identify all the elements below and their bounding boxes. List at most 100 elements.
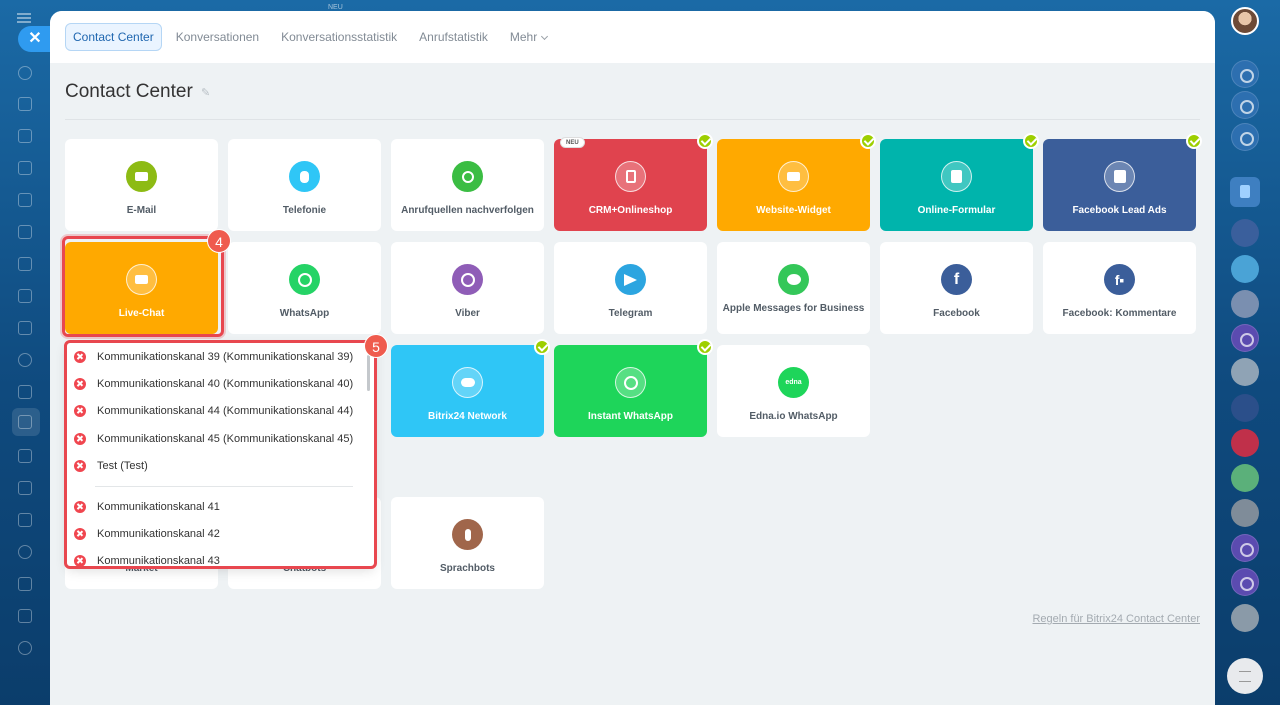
shop-icon xyxy=(615,161,646,192)
step-badge-5: 5 xyxy=(364,334,388,358)
tab-konversationen[interactable]: Konversationen xyxy=(168,23,267,51)
rules-link[interactable]: Regeln für Bitrix24 Contact Center xyxy=(1032,613,1200,625)
microphone-icon xyxy=(452,519,483,550)
sidebar-icon-calendar[interactable] xyxy=(18,161,32,175)
connected-check-icon xyxy=(860,133,876,149)
sidebar-icon-automation[interactable] xyxy=(18,545,32,559)
form-icon xyxy=(941,161,972,192)
card-facebook-lead-label: Facebook Lead Ads xyxy=(1072,205,1167,216)
card-facebook-kommentare[interactable]: f▪ Facebook: Kommentare xyxy=(1043,242,1196,334)
card-telefonie[interactable]: Telefonie xyxy=(228,139,381,231)
sidebar-icon-more[interactable] xyxy=(18,641,32,655)
contact-avatar-9[interactable] xyxy=(1231,604,1259,632)
contact-avatar-3[interactable] xyxy=(1231,290,1259,318)
title-divider xyxy=(65,119,1200,120)
card-online-formular-label: Online-Formular xyxy=(917,205,996,216)
sidebar-icon-chat[interactable] xyxy=(18,129,32,143)
sidebar-icon-sign[interactable] xyxy=(18,481,32,495)
card-telefonie-label: Telefonie xyxy=(282,205,327,216)
left-sidebar: ✕ xyxy=(0,0,50,705)
connected-check-icon xyxy=(697,339,713,355)
tab-konversationsstatistik[interactable]: Konversationsstatistik xyxy=(273,23,405,51)
connected-check-icon xyxy=(1186,133,1202,149)
new-badge: NEU xyxy=(560,137,585,148)
sidebar-icon-analytics[interactable] xyxy=(18,609,32,623)
channel-icon-3[interactable] xyxy=(1231,568,1259,596)
highlight-channel-list xyxy=(64,340,377,569)
contact-avatar-1[interactable] xyxy=(1231,219,1259,247)
card-viber[interactable]: Viber xyxy=(391,242,544,334)
sidebar-icon-mail[interactable] xyxy=(18,289,32,303)
contact-avatar-7[interactable] xyxy=(1231,464,1259,492)
card-email[interactable]: E-Mail xyxy=(65,139,218,231)
connected-check-icon xyxy=(697,133,713,149)
card-telegram[interactable]: Telegram xyxy=(554,242,707,334)
card-apple-messages[interactable]: Apple Messages for Business xyxy=(717,242,870,334)
close-slider-button[interactable]: ✕ xyxy=(18,26,50,52)
contact-avatar-5[interactable] xyxy=(1231,394,1259,422)
chat-menu-button[interactable] xyxy=(1227,658,1263,694)
card-bitrix24-network[interactable]: Bitrix24 Network xyxy=(391,339,550,437)
page-title: Contact Center xyxy=(65,81,193,102)
pinned-icon[interactable] xyxy=(1230,177,1260,207)
phone-icon xyxy=(289,161,320,192)
whatsapp-icon xyxy=(289,264,320,295)
facebook-comments-icon: f▪ xyxy=(1104,264,1135,295)
card-online-formular[interactable]: Online-Formular xyxy=(880,133,1039,231)
chat-icon[interactable] xyxy=(1231,123,1259,151)
menu-icon[interactable] xyxy=(17,13,31,23)
tab-mehr[interactable]: Mehr xyxy=(502,23,555,51)
contact-avatar-6[interactable] xyxy=(1231,429,1259,457)
card-crm-label: CRM+Onlineshop xyxy=(588,205,673,216)
sidebar-icon-tasks[interactable] xyxy=(18,97,32,111)
sidebar-icon-bot[interactable] xyxy=(18,513,32,527)
contact-avatar-4[interactable] xyxy=(1231,358,1259,386)
sidebar-icon-crm[interactable] xyxy=(18,257,32,271)
highlight-live-chat xyxy=(62,236,224,337)
viber-icon xyxy=(452,264,483,295)
sidebar-icon-contacts[interactable] xyxy=(18,321,32,335)
edna-logo-text: edna xyxy=(785,379,802,386)
sidebar-icon-feed[interactable] xyxy=(18,66,32,80)
notifications-icon[interactable] xyxy=(1231,60,1259,88)
search-icon[interactable] xyxy=(1231,91,1259,119)
pin-icon[interactable]: ✎ xyxy=(201,88,212,99)
card-sprachbots[interactable]: Sprachbots xyxy=(391,497,544,589)
sidebar-icon-contact-center[interactable] xyxy=(18,415,32,429)
channel-icon-1[interactable] xyxy=(1231,324,1259,352)
tab-contact-center[interactable]: Contact Center xyxy=(65,23,162,51)
topbar-new-label: NEU xyxy=(328,4,343,11)
cloud-icon xyxy=(452,367,483,398)
call-tracking-icon xyxy=(452,161,483,192)
card-instant-whatsapp-label: Instant WhatsApp xyxy=(588,411,673,422)
card-apple-label: Apple Messages for Business xyxy=(722,303,865,314)
step-badge-4: 4 xyxy=(207,229,231,253)
sidebar-icon-shop[interactable] xyxy=(18,577,32,591)
channel-icon-2[interactable] xyxy=(1231,534,1259,562)
mail-icon xyxy=(126,161,157,192)
card-instant-whatsapp[interactable]: Instant WhatsApp xyxy=(554,339,713,437)
tab-anrufstatistik[interactable]: Anrufstatistik xyxy=(411,23,496,51)
contact-avatar-8[interactable] xyxy=(1231,499,1259,527)
contact-avatar-2[interactable] xyxy=(1231,255,1259,283)
whatsapp-icon xyxy=(615,367,646,398)
card-website-widget[interactable]: Website-Widget xyxy=(717,133,876,231)
card-anrufquellen[interactable]: Anrufquellen nachverfolgen xyxy=(391,139,544,231)
card-facebook[interactable]: f Facebook xyxy=(880,242,1033,334)
card-edna-whatsapp[interactable]: edna Edna.io WhatsApp xyxy=(717,345,870,437)
card-whatsapp-label: WhatsApp xyxy=(279,308,330,319)
connected-check-icon xyxy=(534,339,550,355)
sidebar-icon-storage[interactable] xyxy=(18,449,32,463)
sidebar-icon-docs[interactable] xyxy=(18,193,32,207)
card-whatsapp[interactable]: WhatsApp xyxy=(228,242,381,334)
sidebar-icon-messages[interactable] xyxy=(18,385,32,399)
sidebar-icon-checklist[interactable] xyxy=(18,225,32,239)
telegram-icon xyxy=(615,264,646,295)
card-facebook-lead-ads[interactable]: Facebook Lead Ads xyxy=(1043,133,1202,231)
apple-messages-icon xyxy=(778,264,809,295)
card-website-label: Website-Widget xyxy=(756,205,831,216)
user-avatar[interactable] xyxy=(1231,7,1259,35)
card-crm-onlineshop[interactable]: NEU CRM+Onlineshop xyxy=(554,133,713,231)
card-bitrix-network-label: Bitrix24 Network xyxy=(428,411,507,422)
sidebar-icon-settings[interactable] xyxy=(18,353,32,367)
